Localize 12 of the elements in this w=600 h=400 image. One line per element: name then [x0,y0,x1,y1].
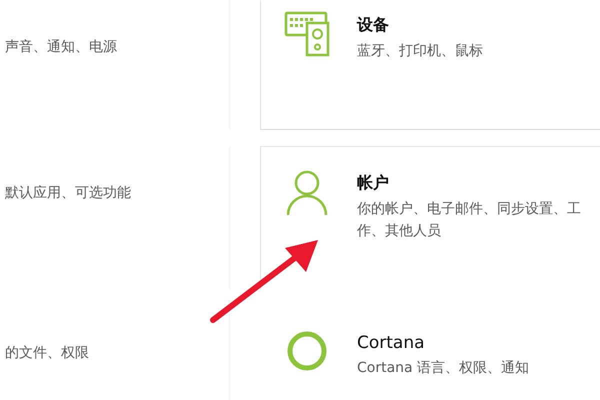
person-icon [285,169,329,217]
category-description: 蓝牙、打印机、鼠标 [357,42,484,61]
category-description: Cortana 语言、权限、通知 [357,359,530,378]
keyboard-speaker-icon [284,11,330,57]
category-description: 的文件、权限 [5,344,90,363]
category-title[interactable]: Cortana [357,333,597,353]
category-title[interactable]: 帐户 [357,173,597,194]
ring-icon [285,329,329,373]
category-description: 你的帐户、电子邮件、同步设置、工作、其他人员 [357,200,582,241]
category-description: 声音、通知、电源 [5,38,118,57]
category-title[interactable]: 设备 [357,15,597,36]
category-description: 默认应用、可选功能 [5,184,132,203]
